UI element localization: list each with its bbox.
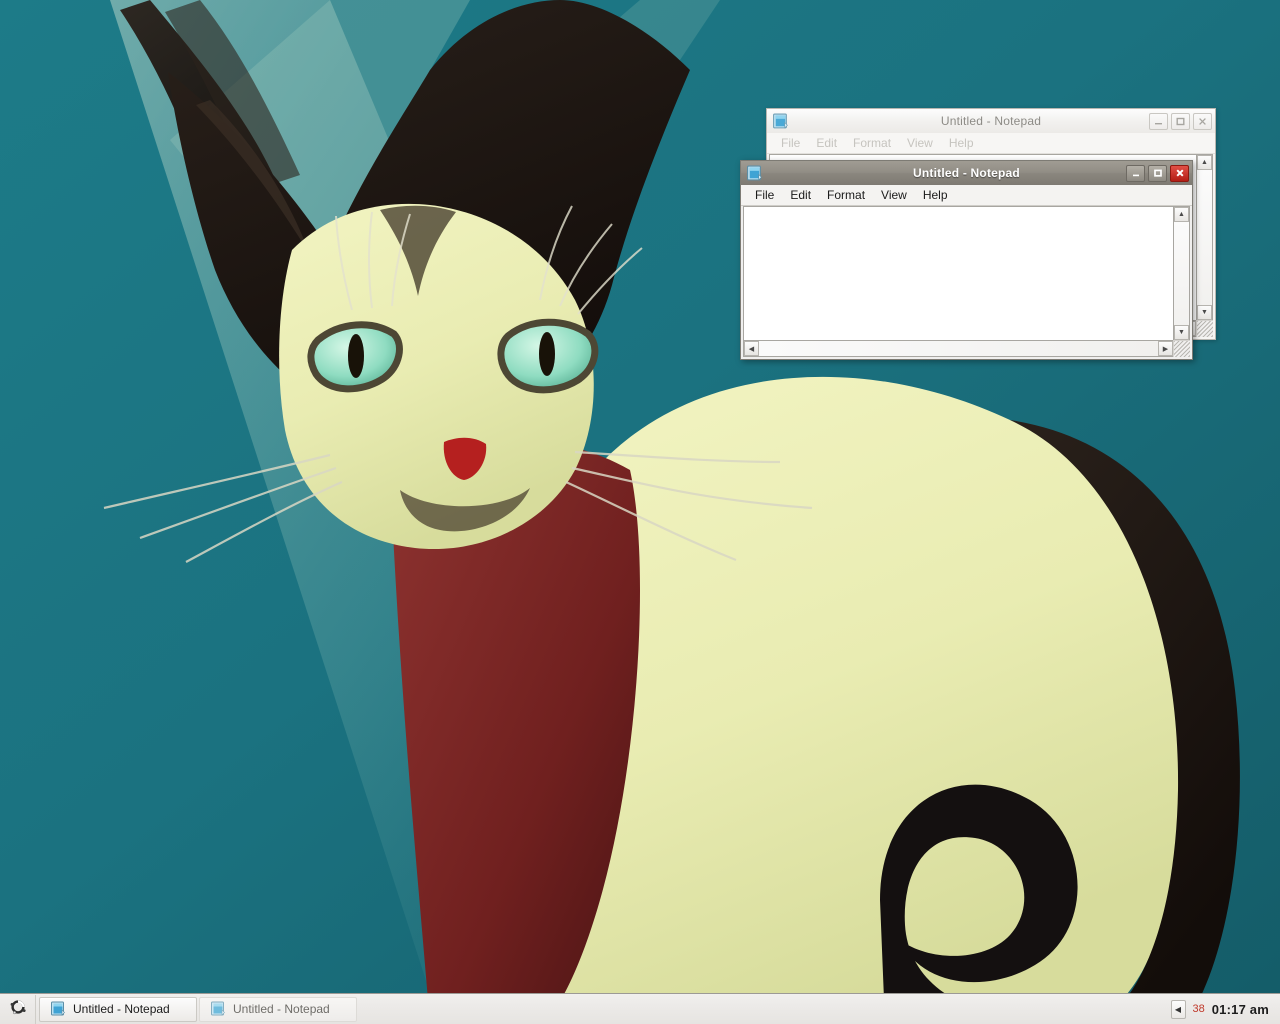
text-editor[interactable] <box>743 206 1173 340</box>
notepad-icon <box>50 1001 66 1017</box>
desktop[interactable]: Untitled - Notepad File Edit Format View… <box>0 0 1280 1024</box>
taskbar-item-label: Untitled - Notepad <box>233 1002 330 1016</box>
close-button[interactable] <box>1193 112 1212 130</box>
taskbar-item-label: Untitled - Notepad <box>73 1002 170 1016</box>
resize-grip[interactable] <box>1196 320 1213 337</box>
menu-item-format[interactable]: Format <box>819 187 873 203</box>
notepad-icon <box>772 113 789 130</box>
start-button[interactable] <box>0 994 36 1024</box>
vertical-scrollbar[interactable]: ▲ ▼ <box>1196 154 1213 320</box>
menu-item-view[interactable]: View <box>899 135 941 151</box>
menu-item-edit[interactable]: Edit <box>782 187 819 203</box>
vertical-scroll-track[interactable] <box>1197 170 1212 305</box>
menu-item-view[interactable]: View <box>873 187 915 203</box>
taskbar-item-notepad-1[interactable]: Untitled - Notepad <box>39 996 197 1022</box>
notepad-icon <box>210 1001 226 1017</box>
menubar[interactable]: File Edit Format View Help <box>741 185 1192 206</box>
scroll-left-arrow-icon[interactable]: ◀ <box>744 341 759 356</box>
minimize-button[interactable] <box>1126 164 1145 182</box>
scroll-up-arrow-icon[interactable]: ▲ <box>1174 207 1189 222</box>
tray-count-badge[interactable]: 38 <box>1193 1003 1205 1015</box>
scroll-right-arrow-icon[interactable]: ▶ <box>1158 341 1173 356</box>
menu-item-format[interactable]: Format <box>845 135 899 151</box>
maximize-button[interactable] <box>1171 112 1190 130</box>
scroll-up-arrow-icon[interactable]: ▲ <box>1197 155 1212 170</box>
taskbar[interactable]: Untitled - Notepad Untitled - Notepad ◀ … <box>0 993 1280 1024</box>
taskbar-clock[interactable]: 01:17 am <box>1212 1002 1269 1017</box>
titlebar[interactable]: Untitled - Notepad <box>741 161 1192 185</box>
window-notepad-foreground[interactable]: Untitled - Notepad File Edit Format View… <box>740 160 1193 360</box>
client-area: ▲ ▼ ◀ ▶ <box>743 206 1190 357</box>
window-title: Untitled - Notepad <box>913 166 1020 180</box>
menu-item-help[interactable]: Help <box>915 187 956 203</box>
close-button[interactable] <box>1170 164 1189 182</box>
text-editor-content[interactable] <box>744 207 1173 340</box>
taskbar-item-notepad-2[interactable]: Untitled - Notepad <box>199 996 357 1022</box>
task-list[interactable]: Untitled - Notepad Untitled - Notepad <box>36 995 357 1024</box>
horizontal-scrollbar[interactable]: ◀ ▶ <box>743 340 1173 357</box>
scroll-down-arrow-icon[interactable]: ▼ <box>1174 325 1189 340</box>
scroll-down-arrow-icon[interactable]: ▼ <box>1197 305 1212 320</box>
maximize-button[interactable] <box>1148 164 1167 182</box>
titlebar[interactable]: Untitled - Notepad <box>767 109 1215 133</box>
resize-grip[interactable] <box>1173 340 1190 357</box>
menu-item-file[interactable]: File <box>747 187 782 203</box>
window-controls[interactable] <box>1126 164 1189 182</box>
vertical-scroll-track[interactable] <box>1174 222 1189 325</box>
menubar[interactable]: File Edit Format View Help <box>767 133 1215 154</box>
notepad-icon <box>746 165 763 182</box>
window-controls[interactable] <box>1149 112 1212 130</box>
chevron-left-icon[interactable]: ◀ <box>1170 999 1186 1019</box>
horizontal-scroll-track[interactable] <box>759 341 1158 356</box>
system-tray[interactable]: ◀ 38 01:17 am <box>1170 995 1280 1024</box>
minimize-button[interactable] <box>1149 112 1168 130</box>
menu-item-edit[interactable]: Edit <box>808 135 845 151</box>
menu-item-help[interactable]: Help <box>941 135 982 151</box>
start-orb-icon <box>8 997 28 1022</box>
window-title: Untitled - Notepad <box>940 114 1042 128</box>
vertical-scrollbar[interactable]: ▲ ▼ <box>1173 206 1190 340</box>
menu-item-file[interactable]: File <box>773 135 808 151</box>
